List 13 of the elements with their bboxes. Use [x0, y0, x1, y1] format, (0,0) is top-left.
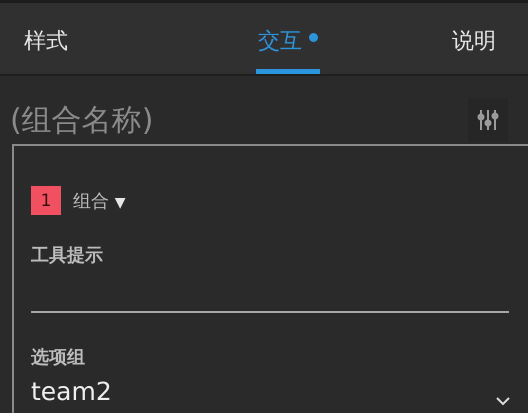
- status-dot: [309, 32, 318, 42]
- name-field[interactable]: (组合名称): [10, 102, 410, 138]
- settings-button[interactable]: [468, 98, 508, 142]
- tab[interactable]: 说明: [450, 3, 498, 74]
- group-dropdown[interactable]: 组合 ▼: [73, 188, 126, 212]
- chevron-down-icon: [495, 396, 511, 406]
- option-group-select[interactable]: team2: [31, 377, 511, 406]
- field-label: 选项组: [31, 346, 85, 369]
- sliders-icon: [477, 108, 499, 132]
- tab[interactable]: 样式: [22, 3, 70, 74]
- field-label: 工具提示: [31, 244, 103, 267]
- tab[interactable]: 交互: [256, 3, 320, 74]
- number-badge: 1: [31, 186, 61, 215]
